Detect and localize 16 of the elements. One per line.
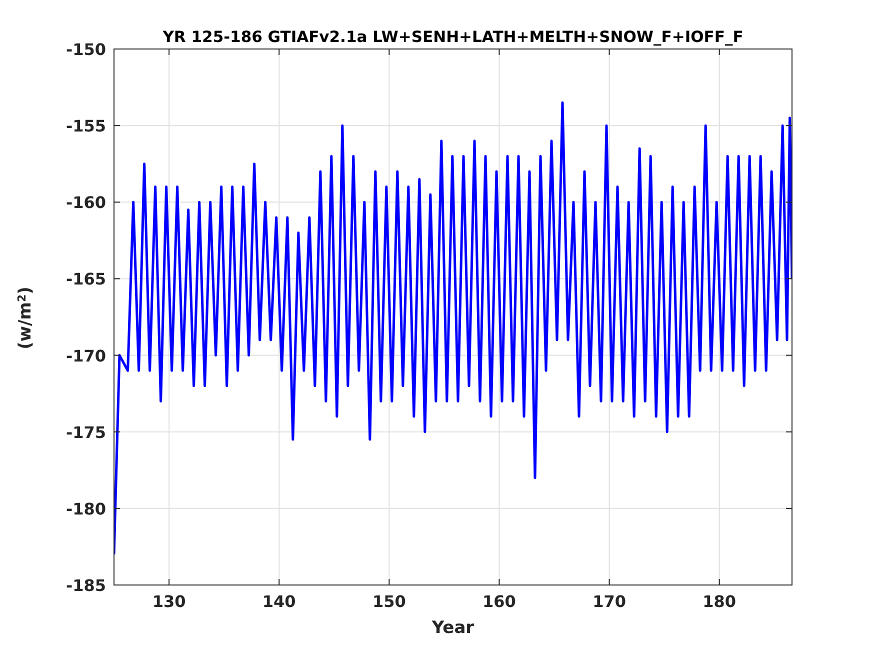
x-tick-label: 150	[372, 592, 406, 611]
x-tick-label: 130	[152, 592, 186, 611]
x-tick-label: 140	[262, 592, 296, 611]
y-tick-label: -150	[66, 40, 106, 59]
y-tick-label: -185	[66, 576, 106, 595]
y-tick-label: -180	[66, 499, 106, 518]
chart-title: YR 125-186 GTIAFv2.1a LW+SENH+LATH+MELTH+SNOW_F+IOFF_F	[162, 28, 744, 46]
y-tick-label: -160	[66, 193, 106, 212]
y-tick-label: -175	[66, 422, 106, 442]
x-tick-label: 170	[592, 592, 626, 611]
y-tick-label: -155	[66, 116, 106, 136]
y-tick-label: -165	[66, 270, 106, 289]
x-tick-label: 160	[482, 592, 516, 611]
x-tick-label: 180	[702, 592, 736, 611]
y-tick-label: -170	[66, 346, 106, 366]
x-axis-label: Year	[432, 618, 474, 638]
